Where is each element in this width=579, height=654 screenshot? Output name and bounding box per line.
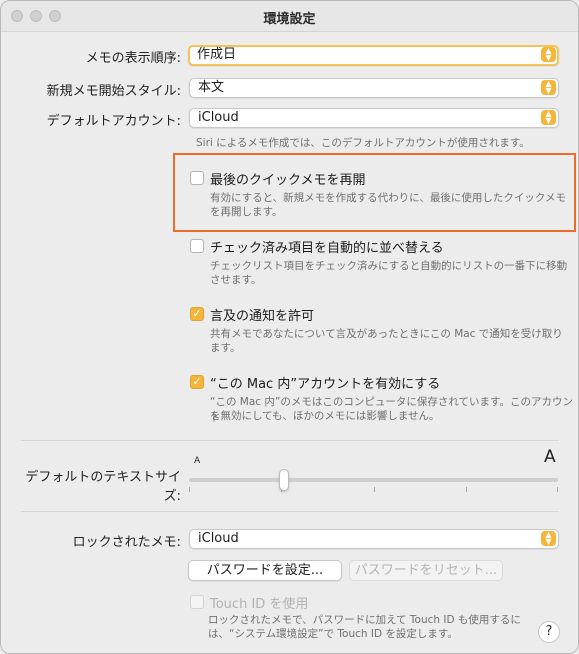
sort-order-label: メモの表示順序: [85,51,181,66]
mention-notifications-checkbox[interactable]: ✓ [190,307,204,321]
sort-checked-items-note-1: チェックリスト項目をチェック済みにすると自動的にリストの一番下に移動 [210,260,568,272]
slider-tick [189,487,190,492]
preferences-window: 環境設定 メモの表示順序: 作成日 ▲ ▼ 新規メモ開始スタイル: 本文 ▲ ▼ デ… [0,0,579,654]
text-size-slider[interactable] [189,478,558,482]
text-size-slider-knob[interactable] [279,469,289,491]
resume-quick-note-label: 最後のクイックメモを再開 [210,173,366,188]
new-note-style-value: 本文 [198,80,225,95]
resume-quick-note-checkbox[interactable] [190,171,204,185]
new-note-style-popup[interactable]: 本文 ▲ ▼ [189,78,559,98]
chevron-updown-icon: ▲ ▼ [541,531,556,546]
divider [21,511,559,512]
chevron-updown-icon: ▲ ▼ [541,110,556,125]
locked-notes-label: ロックされたメモ: [72,535,181,550]
mention-notifications-note-2: ます。 [210,342,241,354]
locked-notes-account-popup[interactable]: iCloud ▲ ▼ [189,529,559,549]
default-account-value: iCloud [198,110,239,125]
help-button[interactable]: ? [538,621,560,643]
sort-order-popup[interactable]: 作成日 ▲ ▼ [188,45,559,66]
touch-id-label: Touch ID を使用 [210,597,309,612]
chevron-updown-icon: ▲ ▼ [541,47,556,62]
default-account-note: Siri によるメモ作成では、このデフォルトアカウントが使用されます。 [196,137,530,149]
slider-tick [374,487,375,492]
new-note-style-label: 新規メモ開始スタイル: [46,84,181,99]
on-my-mac-account-label: “この Mac 内”アカウントを有効にする [210,377,441,392]
on-my-mac-account-note-2: を無効にしても、ほかのメモには影響しません。 [210,410,440,422]
sort-order-value: 作成日 [197,47,237,62]
touch-id-checkbox[interactable] [190,595,204,609]
window-title: 環境設定 [263,12,316,27]
sort-checked-items-checkbox[interactable] [190,239,204,253]
locked-notes-account-value: iCloud [198,531,239,546]
slider-tick [557,487,558,492]
mention-notifications-label: 言及の通知を許可 [210,309,315,324]
resume-quick-note-note-2: を再開します。 [210,206,283,218]
slider-tick [466,487,467,492]
touch-id-note-2: は、“システム環境設定”で Touch ID を設定します。 [208,628,458,640]
large-text-glyph: A [544,447,556,467]
divider [21,440,559,441]
on-my-mac-account-checkbox[interactable]: ✓ [190,375,204,389]
small-text-glyph: A [194,456,201,466]
chevron-updown-icon: ▲ ▼ [541,80,556,95]
reset-password-button[interactable]: パスワードをリセット... [349,560,503,581]
sort-checked-items-label: チェック済み項目を自動的に並べ替える [210,241,444,256]
set-password-button[interactable]: パスワードを設定... [188,560,342,581]
sort-checked-items-note-2: させます。 [210,274,262,286]
title-bar: 環境設定 [1,1,578,32]
default-account-label: デフォルトアカウント: [46,114,181,129]
default-account-popup[interactable]: iCloud ▲ ▼ [189,108,559,128]
mention-notifications-note-1: 共有メモであなたについて言及があったときにこの Mac で通知を受け取り [210,328,563,340]
text-size-label: デフォルトのテキストサイズ: [25,470,181,504]
